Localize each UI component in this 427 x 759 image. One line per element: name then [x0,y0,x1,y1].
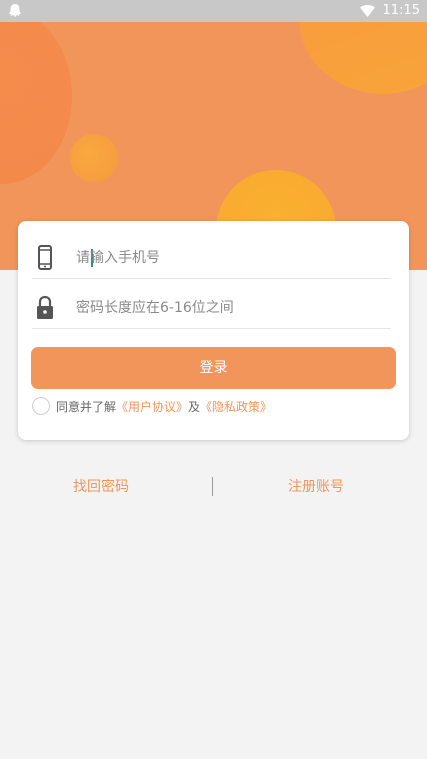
app-notification-icon [9,4,21,17]
agreement-checkbox[interactable] [32,397,50,415]
phone-field [32,239,391,279]
lock-icon [37,295,53,319]
decorative-bubble [299,22,427,94]
password-input[interactable] [76,293,376,323]
phone-icon [38,245,52,270]
user-agreement-link[interactable]: 《用户协议》 [116,398,188,415]
agreement-row: 同意并了解 《用户协议》 及 《隐私政策》 [32,396,272,416]
bottom-links: 找回密码 注册账号 [0,476,427,498]
agreement-and: 及 [188,399,201,414]
privacy-policy-link[interactable]: 《隐私政策》 [200,398,272,415]
wifi-icon [360,5,375,17]
status-bar: 11:15 [0,0,427,22]
login-card: 登录 同意并了解 《用户协议》 及 《隐私政策》 [18,221,409,440]
decorative-bubble [0,22,72,184]
link-divider [212,477,213,496]
status-time: 11:15 [382,3,420,18]
password-field [32,289,391,329]
phone-input[interactable] [76,243,376,273]
login-screen: 11:15 登录 [0,0,427,759]
register-link[interactable]: 注册账号 [288,476,344,496]
forgot-password-link[interactable]: 找回密码 [73,476,129,496]
agreement-prefix: 同意并了解 [56,399,117,414]
decorative-bubble [70,134,118,182]
login-button[interactable]: 登录 [31,347,396,389]
